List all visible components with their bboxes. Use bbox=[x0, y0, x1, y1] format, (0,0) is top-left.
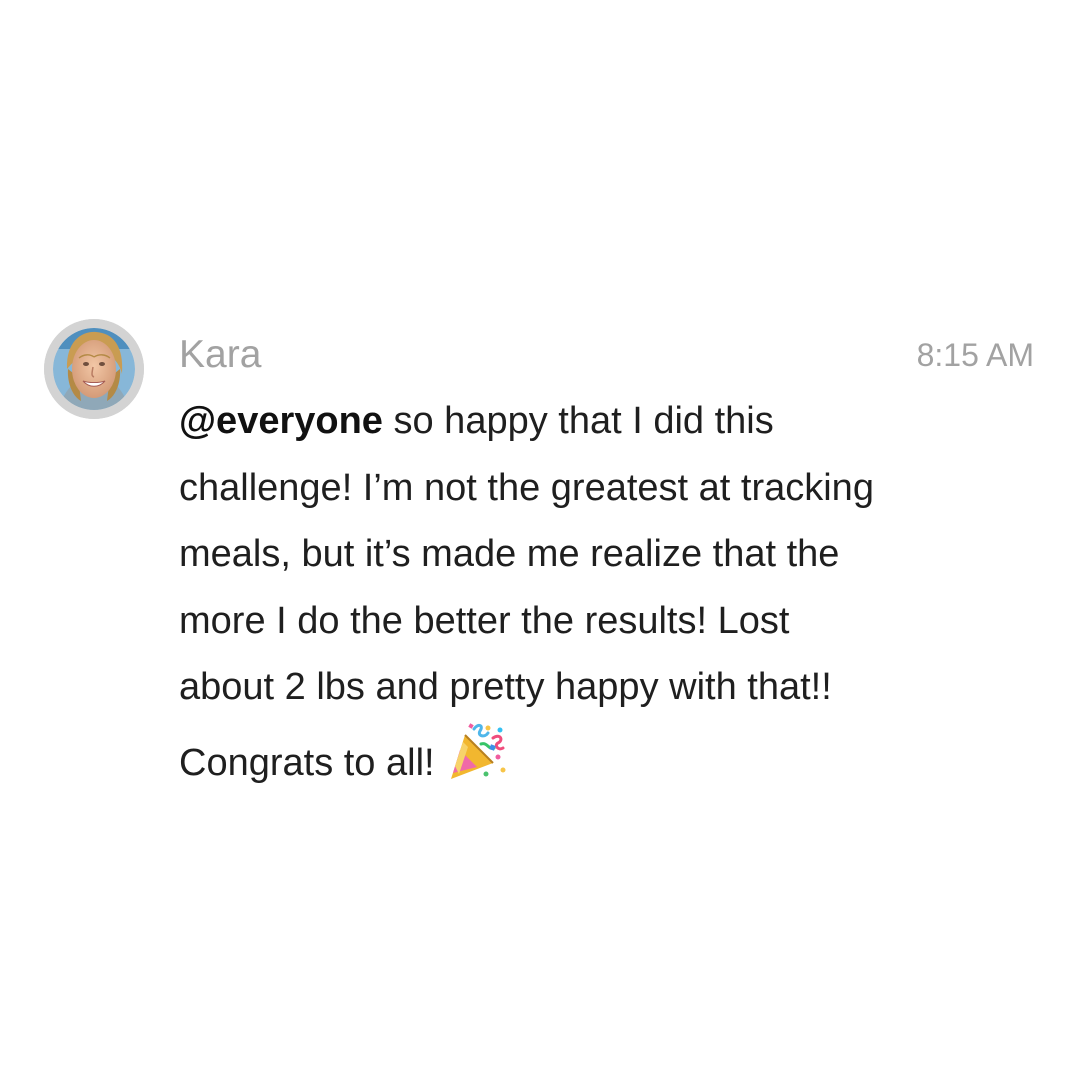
chat-message: Kara 8:15 AM @everyone so happy that I d… bbox=[0, 0, 1080, 1080]
message-text-1: so happy that I did this bbox=[382, 400, 774, 442]
mention[interactable]: @everyone bbox=[179, 400, 383, 442]
message-line-3: meals, but it’s made me realize that the bbox=[179, 533, 840, 575]
avatar[interactable] bbox=[44, 319, 144, 419]
message-line-1: @everyone so happy that I did this bbox=[179, 388, 1039, 455]
message-text-6: Congrats to all! bbox=[179, 741, 435, 784]
message-line-6: Congrats to all! bbox=[179, 721, 1039, 797]
message-line-4: more I do the better the results! Lost bbox=[179, 599, 790, 642]
message-body: @everyone so happy that I did this chall… bbox=[179, 388, 1039, 796]
message-line-2: challenge! I’m not the greatest at track… bbox=[179, 466, 874, 509]
chat-screen: Kara 8:15 AM @everyone so happy that I d… bbox=[0, 0, 1080, 1080]
message-author[interactable]: Kara bbox=[179, 331, 261, 379]
profile-photo-icon bbox=[44, 319, 144, 419]
party-popper-icon bbox=[443, 721, 507, 785]
message-line-5: about 2 lbs and pretty happy with that!! bbox=[179, 666, 832, 708]
message-timestamp: 8:15 AM bbox=[916, 337, 1034, 373]
